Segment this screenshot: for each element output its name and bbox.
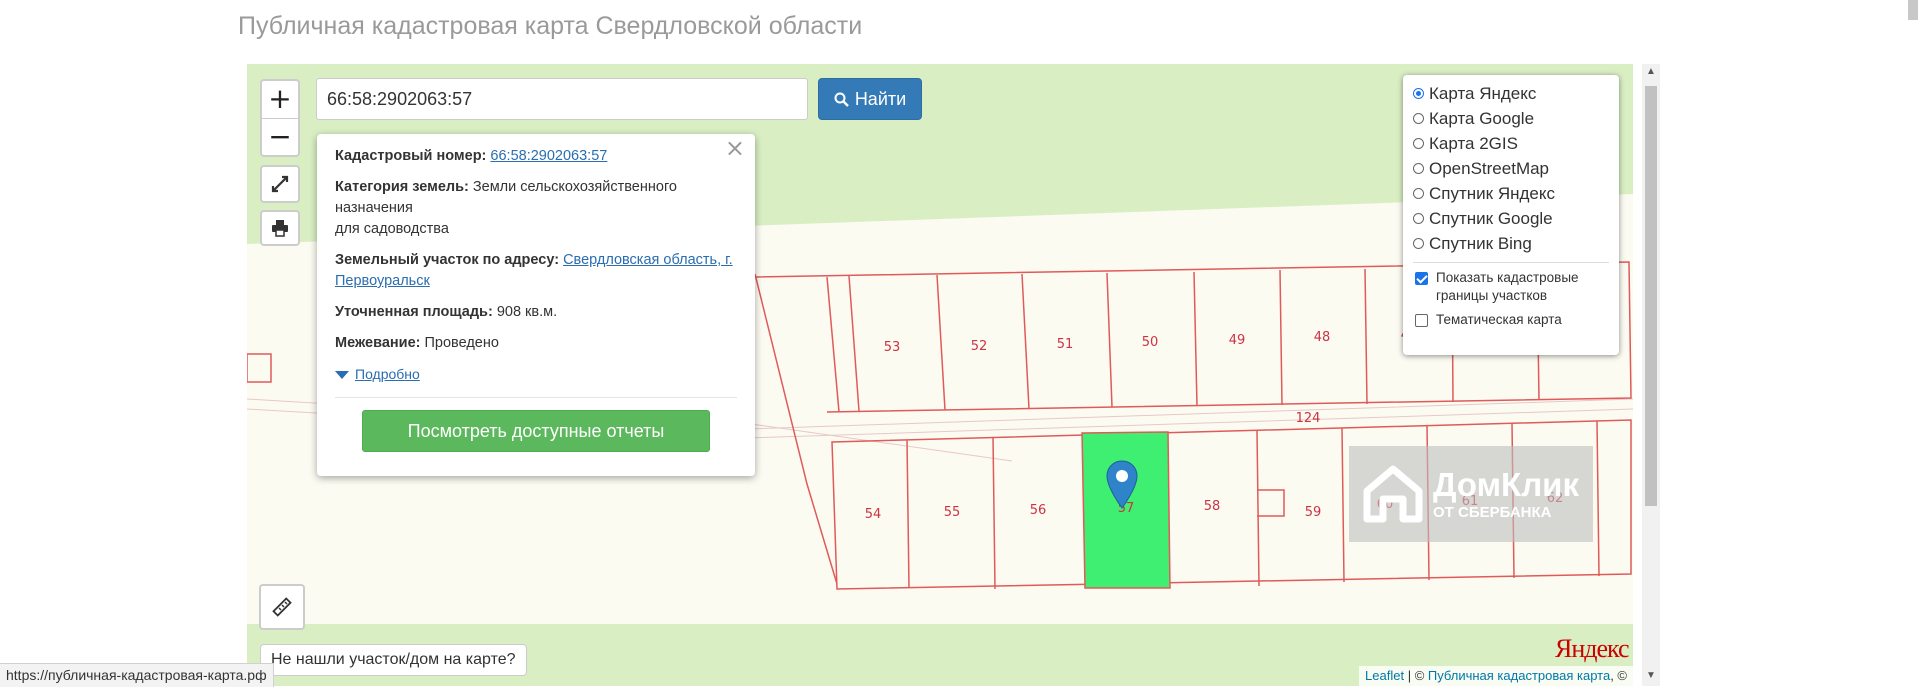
plot-label: 52 — [971, 339, 988, 354]
layer-option-label: Спутник Яндекс — [1429, 183, 1555, 203]
plot-label: 50 — [1142, 335, 1159, 350]
view-reports-button[interactable]: Посмотреть доступные отчеты — [362, 410, 710, 452]
zoom-out-button[interactable]: − — [262, 119, 298, 156]
road-label: 124 — [1296, 411, 1321, 426]
layer-option-label: Карта Google — [1429, 108, 1535, 128]
land-category-row: Категория земель: Земли сельскохозяйстве… — [335, 177, 737, 240]
area-label: Уточненная площадь: — [335, 304, 493, 320]
page-scrollbar[interactable] — [1906, 0, 1920, 686]
plot-label: 55 — [944, 505, 961, 520]
layer-option-yandex-map[interactable]: Карта Яндекс — [1413, 81, 1609, 106]
plot-label: 49 — [1229, 333, 1246, 348]
details-toggle-label: Подробно — [355, 366, 420, 382]
zoom-control: + − — [260, 79, 300, 157]
checkbox-checked-icon[interactable] — [1415, 272, 1428, 285]
checkbox-icon[interactable] — [1415, 314, 1428, 327]
ruler-icon — [272, 597, 292, 617]
area-row: Уточненная площадь: 908 кв.м. — [335, 302, 737, 323]
page-scroll-thumb[interactable] — [1908, 0, 1918, 20]
plot-label: 54 — [865, 507, 882, 522]
zoom-in-button[interactable]: + — [262, 81, 298, 119]
area-value: 908 кв.м. — [496, 304, 558, 320]
radio-icon[interactable] — [1413, 213, 1424, 224]
layer-switcher: Карта Яндекс Карта Google Карта 2GIS Ope… — [1403, 75, 1619, 355]
scroll-down-arrow-icon[interactable]: ▼ — [1642, 670, 1660, 686]
layer-option-label: OpenStreetMap — [1429, 158, 1550, 178]
cadastral-number-link[interactable]: 66:58:2902063:57 — [490, 148, 607, 164]
cadastral-number-label: Кадастровый номер: — [335, 148, 487, 164]
scroll-up-arrow-icon[interactable]: ▲ — [1642, 66, 1660, 82]
map-scrollbar[interactable]: ▲ ▼ — [1642, 64, 1660, 686]
plot-label: 53 — [884, 340, 901, 355]
layer-option-google-satellite[interactable]: Спутник Google — [1413, 206, 1609, 231]
attribution-tail: , © — [1610, 668, 1627, 683]
cadastral-search-input[interactable]: 66:58:2902063:57 — [316, 78, 808, 120]
show-borders-label: Показать кадастровые границы участков — [1436, 270, 1579, 303]
page-title: Публичная кадастровая карта Свердловской… — [238, 12, 863, 40]
survey-label: Межевание: — [335, 335, 421, 351]
watermark-sub: ОТ СБЕРБАНКА — [1433, 504, 1552, 521]
site-link[interactable]: Публичная кадастровая карта — [1428, 668, 1610, 683]
cadastral-map[interactable]: 53 52 51 50 49 48 47 54 55 56 57 58 59 6… — [247, 64, 1633, 686]
address-row: Земельный участок по адресу: Свердловска… — [335, 250, 737, 292]
search-button[interactable]: Найти — [818, 78, 922, 120]
address-label: Земельный участок по адресу: — [335, 252, 560, 268]
caret-down-icon — [335, 370, 349, 379]
thematic-map-checkbox[interactable]: Тематическая карта — [1413, 311, 1609, 329]
radio-icon[interactable] — [1413, 163, 1424, 174]
fullscreen-button[interactable] — [260, 165, 300, 203]
thematic-map-label: Тематическая карта — [1436, 312, 1562, 327]
domclick-watermark: ДомКлик ОТ СБЕРБАНКА — [1349, 446, 1593, 542]
layer-option-yandex-satellite[interactable]: Спутник Яндекс — [1413, 181, 1609, 206]
status-bar-url: https://публичная-кадастровая-карта.рф — [0, 663, 274, 687]
print-button[interactable] — [260, 210, 300, 246]
radio-icon[interactable] — [1413, 113, 1424, 124]
house-logo-icon — [1363, 465, 1423, 523]
layer-option-openstreetmap[interactable]: OpenStreetMap — [1413, 156, 1609, 181]
plot-label: 48 — [1314, 330, 1331, 345]
plot-label: 56 — [1030, 503, 1047, 518]
print-icon — [272, 220, 288, 237]
measure-button[interactable] — [259, 584, 305, 630]
yandex-logo: Яндекс — [1555, 634, 1630, 663]
layer-option-label: Спутник Bing — [1429, 233, 1532, 253]
attribution-separator: | © — [1404, 668, 1428, 683]
survey-value: Проведено — [424, 335, 499, 351]
layer-option-label: Карта Яндекс — [1429, 83, 1537, 103]
radio-icon[interactable] — [1413, 138, 1424, 149]
search-icon — [834, 92, 849, 107]
layer-option-bing-satellite[interactable]: Спутник Bing — [1413, 231, 1609, 256]
watermark-main: ДомКлик — [1433, 466, 1579, 503]
divider — [335, 397, 737, 398]
fullscreen-icon — [271, 175, 289, 193]
close-icon[interactable]: × — [725, 136, 745, 160]
divider — [1413, 262, 1609, 263]
leaflet-link[interactable]: Leaflet — [1365, 668, 1404, 683]
not-found-button[interactable]: Не нашли участок/дом на карте? — [260, 644, 527, 676]
layer-option-label: Спутник Google — [1429, 208, 1553, 228]
details-toggle[interactable]: Подробно — [335, 364, 737, 385]
layer-option-label: Карта 2GIS — [1429, 133, 1518, 153]
plot-label: 51 — [1057, 337, 1074, 352]
location-marker-icon[interactable] — [1106, 460, 1138, 510]
plot-info-popup: × Кадастровый номер: 66:58:2902063:57 Ка… — [317, 134, 755, 476]
scroll-thumb[interactable] — [1645, 86, 1657, 506]
radio-selected-icon[interactable] — [1413, 88, 1424, 99]
land-category-label: Категория земель: — [335, 179, 469, 195]
layer-option-2gis-map[interactable]: Карта 2GIS — [1413, 131, 1609, 156]
cadastral-number-row: Кадастровый номер: 66:58:2902063:57 — [335, 146, 737, 167]
search-button-label: Найти — [854, 88, 907, 109]
layer-option-google-map[interactable]: Карта Google — [1413, 106, 1609, 131]
show-borders-checkbox[interactable]: Показать кадастровые границы участков — [1413, 269, 1609, 305]
land-use-value: для садоводства — [335, 221, 449, 237]
radio-icon[interactable] — [1413, 188, 1424, 199]
map-attribution: Leaflet | © Публичная кадастровая карта,… — [1359, 666, 1633, 686]
plot-label: 58 — [1204, 499, 1221, 514]
radio-icon[interactable] — [1413, 238, 1424, 249]
survey-row: Межевание: Проведено — [335, 333, 737, 354]
plot-label: 59 — [1305, 505, 1322, 520]
